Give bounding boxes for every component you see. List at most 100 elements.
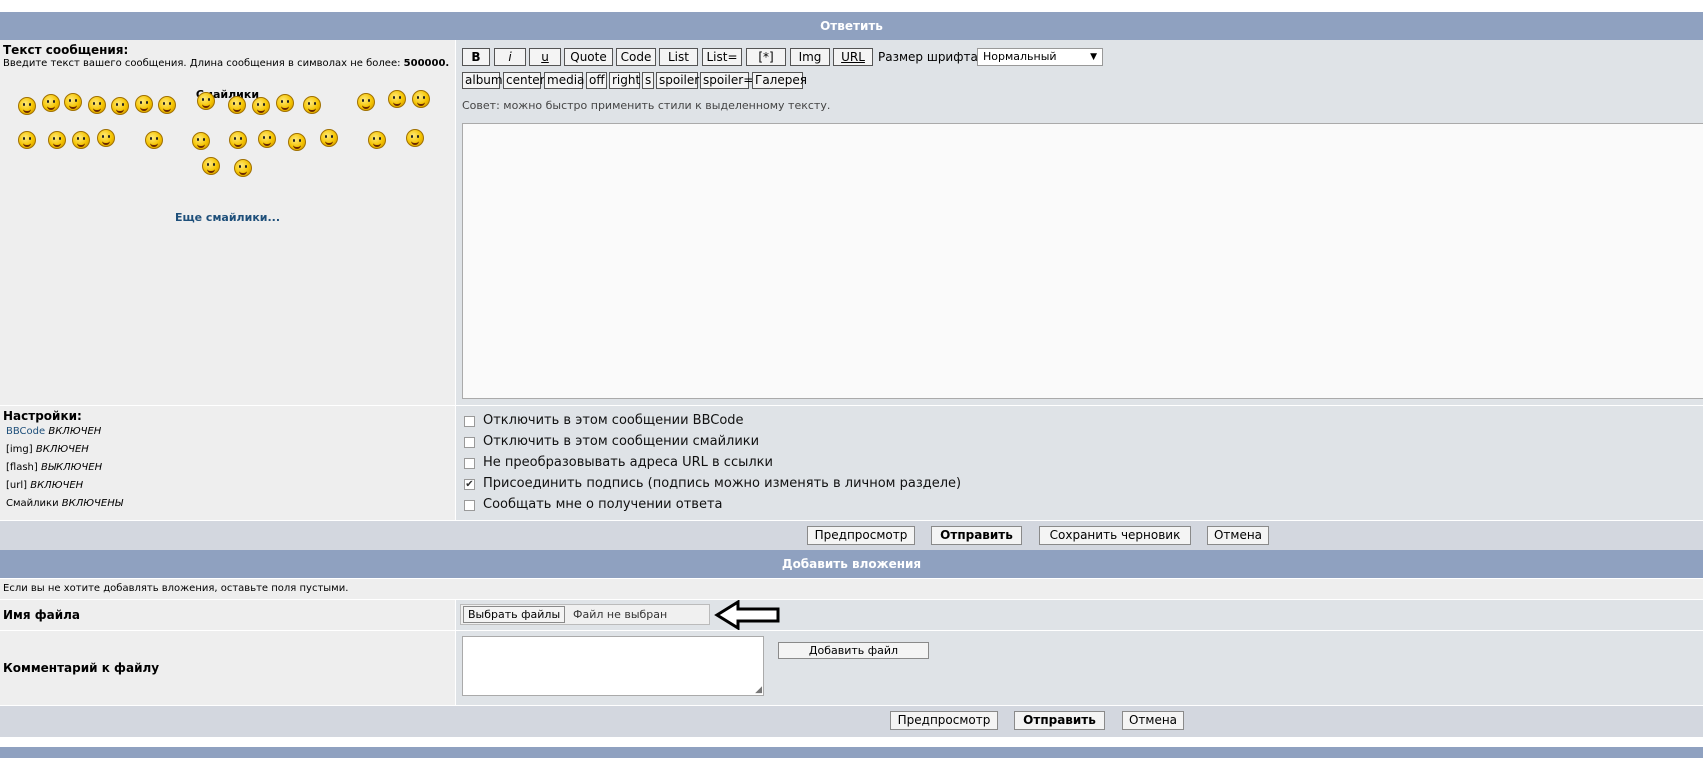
cancel-button-2[interactable]: Отмена	[1122, 711, 1184, 730]
smiley-icon[interactable]	[72, 131, 90, 149]
smiley-icon[interactable]	[202, 157, 220, 175]
disable-bbcode-checkbox[interactable]	[464, 416, 475, 427]
bbcode-right-button[interactable]: right	[609, 72, 640, 89]
save-draft-button[interactable]: Сохранить черновик	[1039, 526, 1191, 545]
smiley-icon[interactable]	[145, 131, 163, 149]
bbcode-underline-button[interactable]: u	[529, 48, 561, 66]
options-cell: Отключить в этом сообщении BBCode Отключ…	[456, 406, 1703, 520]
top-spacer	[0, 0, 1703, 12]
bbcode-album-button[interactable]: album	[462, 72, 503, 89]
smiley-icon[interactable]	[320, 129, 338, 147]
attach-signature-label: Присоединить подпись (подпись можно изме…	[483, 476, 962, 491]
smiley-icon[interactable]	[192, 132, 210, 150]
smiley-icon[interactable]	[252, 97, 270, 115]
notify-reply-label: Сообщать мне о получении ответа	[483, 497, 723, 512]
setting-flash-state: ВЫКЛЮЧЕН	[40, 462, 103, 473]
setting-bbcode: BBCode ВКЛЮЧЕН	[6, 426, 101, 437]
bbcode-gallery-button[interactable]: Галерея	[752, 72, 807, 89]
settings-cell: Настройки: BBCode ВКЛЮЧЕН [img] ВКЛЮЧЕН …	[0, 406, 455, 520]
setting-flash-name: [flash]	[6, 462, 38, 473]
settings-label: Настройки:	[3, 409, 82, 423]
smiley-icon[interactable]	[288, 133, 306, 151]
setting-flash: [flash] ВЫКЛЮЧЕН	[6, 462, 102, 473]
disable-smilies-label: Отключить в этом сообщении смайлики	[483, 434, 760, 449]
bbcode-code-button[interactable]: Code	[616, 48, 656, 66]
preview-button-2[interactable]: Предпросмотр	[890, 711, 998, 730]
bbcode-media-button[interactable]: media	[544, 72, 584, 89]
font-size-value: Нормальный	[983, 50, 1057, 63]
bbcode-url-button[interactable]: URL	[833, 48, 873, 66]
bbcode-spoiler-button[interactable]: spoiler	[656, 72, 699, 89]
setting-smilies: Смайлики ВКЛЮЧЕНЫ	[6, 498, 123, 509]
bbcode-list-eq-button[interactable]: List=	[702, 48, 742, 66]
bbcode-list-button[interactable]: List	[659, 48, 698, 66]
setting-img: [img] ВКЛЮЧЕН	[6, 444, 89, 455]
font-size-select[interactable]: Нормальный ▼	[977, 48, 1103, 66]
smiley-icon[interactable]	[368, 131, 386, 149]
smiley-icon[interactable]	[48, 131, 66, 149]
smiley-icon[interactable]	[357, 93, 375, 111]
file-comment-textarea[interactable]: ◢	[462, 636, 764, 696]
next-section-header	[0, 747, 1703, 758]
smiley-icon[interactable]	[42, 94, 60, 112]
bbcode-off-button[interactable]: off	[586, 72, 607, 89]
bbcode-center-button[interactable]: center	[503, 72, 545, 89]
smiley-icon[interactable]	[135, 95, 153, 113]
setting-url-state: ВКЛЮЧЕН	[30, 480, 84, 491]
smiley-icon[interactable]	[388, 90, 406, 108]
setting-url: [url] ВКЛЮЧЕН	[6, 480, 83, 491]
smiley-icon[interactable]	[158, 96, 176, 114]
cancel-button[interactable]: Отмена	[1207, 526, 1269, 545]
smiley-icon[interactable]	[88, 96, 106, 114]
message-limit: 500000.	[403, 58, 450, 69]
file-input[interactable]: Выбрать файлы Файл не выбран	[460, 604, 710, 625]
filename-input-cell: Выбрать файлы Файл не выбран	[456, 600, 1703, 630]
bbcode-bold-button[interactable]: B	[462, 48, 490, 66]
smiley-icon[interactable]	[406, 129, 424, 147]
submit-button[interactable]: Отправить	[931, 526, 1022, 545]
smiley-icon[interactable]	[111, 97, 129, 115]
filename-label-cell: Имя файла	[0, 600, 455, 630]
smiley-icon[interactable]	[18, 131, 36, 149]
submit-button-2[interactable]: Отправить	[1014, 711, 1105, 730]
bbcode-list-item-button[interactable]: [*]	[746, 48, 786, 66]
message-textarea[interactable]	[462, 123, 1703, 399]
more-smilies-link[interactable]: Еще смайлики...	[0, 211, 455, 224]
smiley-icon[interactable]	[228, 96, 246, 114]
bbcode-italic-button[interactable]: i	[494, 48, 526, 66]
smiley-icon[interactable]	[97, 129, 115, 147]
smiley-icon[interactable]	[276, 94, 294, 112]
toolbar-tip: Совет: можно быстро применить стили к вы…	[462, 99, 831, 112]
setting-url-name: [url]	[6, 480, 28, 491]
notify-reply-checkbox[interactable]	[464, 500, 475, 511]
choose-files-button[interactable]: Выбрать файлы	[463, 606, 565, 623]
preview-button[interactable]: Предпросмотр	[807, 526, 915, 545]
bbcode-img-button[interactable]: Img	[790, 48, 830, 66]
smiley-icon[interactable]	[64, 93, 82, 111]
setting-smilies-name: Смайлики	[6, 498, 59, 509]
setting-bbcode-state: ВКЛЮЧЕН	[48, 426, 102, 437]
bbcode-spoiler-eq-button[interactable]: spoiler=	[700, 72, 753, 89]
smiley-icon[interactable]	[258, 130, 276, 148]
smiley-icon[interactable]	[412, 90, 430, 108]
disable-magic-url-checkbox[interactable]	[464, 458, 475, 469]
arrow-left-icon	[714, 600, 780, 630]
smiley-icon[interactable]	[303, 96, 321, 114]
message-hint: Введите текст вашего сообщения. Длина со…	[3, 58, 449, 69]
bbcode-help-link[interactable]: BBCode	[6, 426, 45, 437]
smiley-icon[interactable]	[197, 92, 215, 110]
add-file-button[interactable]: Добавить файл	[778, 642, 929, 659]
attach-signature-checkbox[interactable]: ✔	[464, 479, 475, 490]
bbcode-quote-button[interactable]: Quote	[564, 48, 613, 66]
disable-smilies-checkbox[interactable]	[464, 437, 475, 448]
setting-img-name: [img]	[6, 444, 33, 455]
disable-bbcode-label: Отключить в этом сообщении BBCode	[483, 413, 744, 428]
smiley-icon[interactable]	[234, 159, 252, 177]
message-label: Текст сообщения:	[3, 43, 129, 57]
bbcode-strike-button[interactable]: s	[642, 72, 654, 89]
resize-handle-icon[interactable]: ◢	[755, 685, 762, 695]
attachments-hint: Если вы не хотите добавлять вложения, ос…	[3, 583, 349, 594]
smiley-icon[interactable]	[18, 97, 36, 115]
actions-row-2	[0, 706, 1703, 737]
smiley-icon[interactable]	[229, 131, 247, 149]
